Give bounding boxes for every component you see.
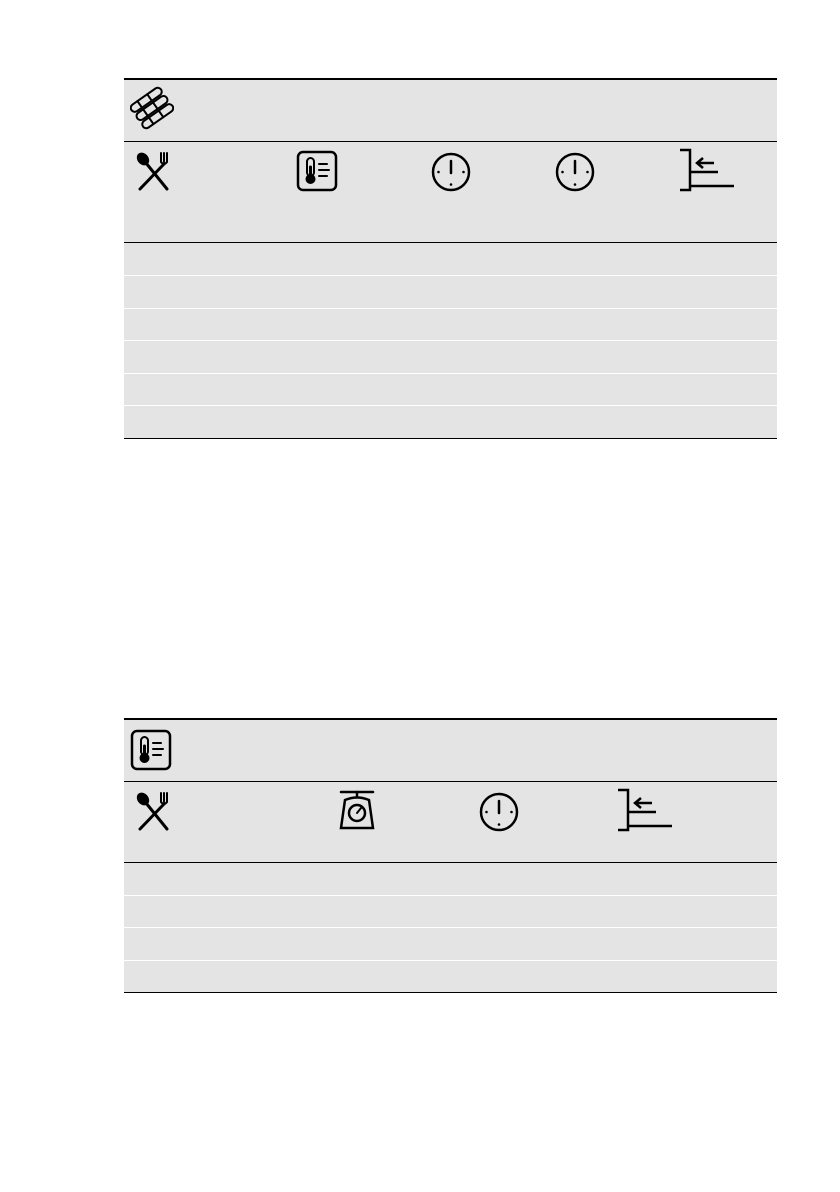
shelf-position-icon xyxy=(616,788,674,832)
table-row xyxy=(124,308,777,340)
table-row xyxy=(124,340,777,373)
food-thermometer-icon xyxy=(130,729,172,771)
table-row xyxy=(124,927,777,960)
cutlery-icon xyxy=(134,150,174,192)
table-2-column-headers xyxy=(124,782,777,862)
cutlery-icon xyxy=(134,790,174,832)
table-row xyxy=(124,895,777,927)
table-2-body xyxy=(124,862,777,992)
food-thermometer-icon xyxy=(296,150,338,192)
clock-icon xyxy=(479,792,519,832)
table-1-body xyxy=(124,242,777,438)
table-row xyxy=(124,275,777,308)
clock-icon xyxy=(431,152,471,192)
shelf-position-icon xyxy=(678,148,736,192)
sausages-icon xyxy=(130,86,174,130)
table-2-category-header xyxy=(124,720,777,782)
kitchen-scale-icon xyxy=(335,788,379,832)
table-2 xyxy=(124,718,777,993)
table-1-column-headers xyxy=(124,142,777,242)
clock-icon xyxy=(555,152,595,192)
table-row xyxy=(124,405,777,438)
table-row xyxy=(124,373,777,405)
table-row xyxy=(124,862,777,895)
table-row xyxy=(124,242,777,275)
table-row xyxy=(124,960,777,992)
table-1 xyxy=(124,78,777,439)
table-1-category-header xyxy=(124,80,777,142)
